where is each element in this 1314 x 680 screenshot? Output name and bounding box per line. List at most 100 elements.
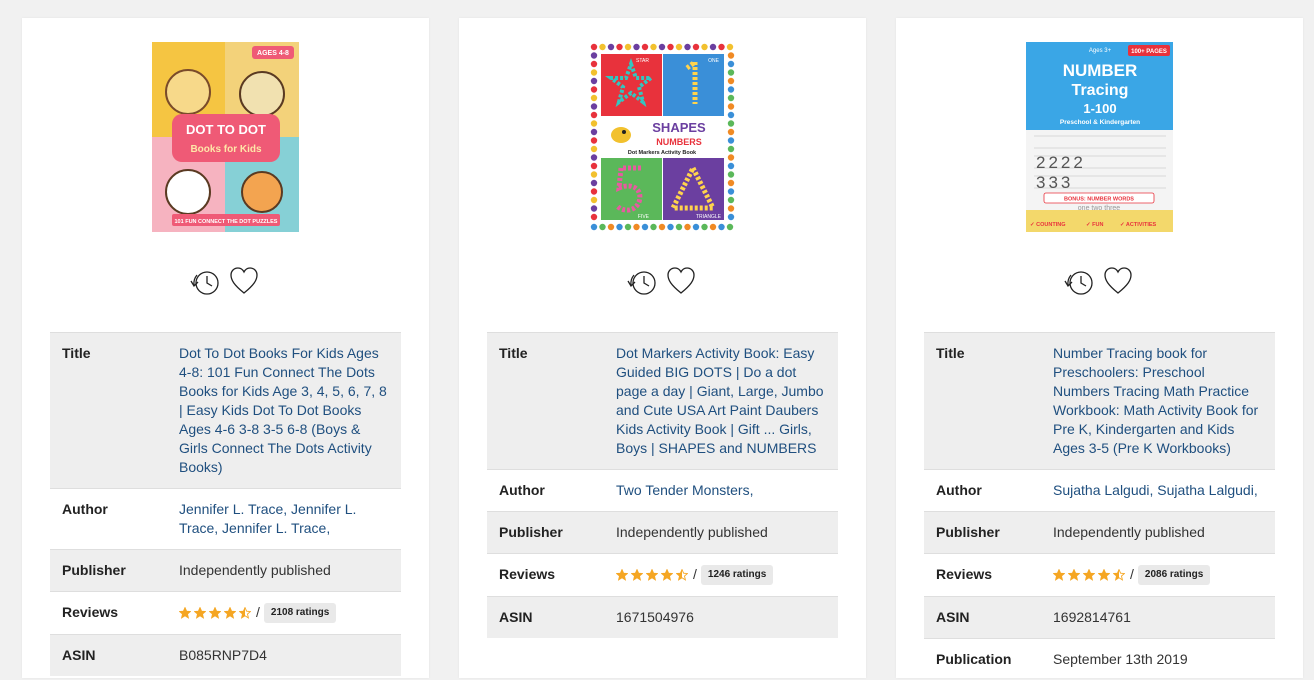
- product-card-2: STAR ONE FIVE TRIANGLE SHAPES NUMBERS Do…: [459, 18, 866, 678]
- cover-title-2: Tracing: [1072, 82, 1129, 99]
- book-cover-image[interactable]: 100+ PAGES Ages 3+ NUMBER Tracing 1-100 …: [1026, 42, 1173, 232]
- card-actions: [625, 264, 697, 298]
- asin-label: ASIN: [924, 596, 1041, 639]
- title-link[interactable]: Dot Markers Activity Book: Easy Guided B…: [604, 332, 838, 470]
- row-title: Title Number Tracing book for Preschoole…: [924, 332, 1275, 470]
- row-publisher: Publisher Independently published: [487, 511, 838, 554]
- cover-feature-1: ✓ COUNTING: [1030, 222, 1065, 228]
- cover-subtitle: Dot Markers Activity Book: [628, 150, 697, 156]
- star-icon: [194, 607, 206, 620]
- publication-label: Publication: [924, 638, 1041, 680]
- product-card-3: 100+ PAGES Ages 3+ NUMBER Tracing 1-100 …: [896, 18, 1303, 680]
- cover-title-1: NUMBER: [1063, 61, 1138, 80]
- star-icon: [209, 607, 221, 620]
- asin-value: B085RNP7D4: [167, 634, 401, 677]
- star-icon: [1068, 569, 1080, 582]
- ratings-count-badge[interactable]: 1246 ratings: [700, 565, 774, 586]
- ratings-count-badge[interactable]: 2108 ratings: [263, 603, 337, 624]
- author-label: Author: [50, 488, 167, 550]
- publisher-value: Independently published: [1041, 511, 1275, 554]
- title-label: Title: [924, 332, 1041, 470]
- row-asin: ASIN B085RNP7D4: [50, 634, 401, 677]
- cover-range: 1-100: [1083, 101, 1116, 116]
- star-icon: [224, 607, 236, 620]
- cover-five: FIVE: [638, 214, 650, 220]
- reviews-label: Reviews: [50, 590, 167, 635]
- cover-one: ONE: [708, 58, 720, 64]
- row-author: Author Sujatha Lalgudi, Sujatha Lalgudi,: [924, 469, 1275, 512]
- star-icon: [179, 607, 191, 620]
- row-title: Title Dot Markers Activity Book: Easy Gu…: [487, 332, 838, 470]
- cover-feature-3: ✓ ACTIVITIES: [1120, 222, 1157, 228]
- cover-title-1: DOT TO DOT: [186, 122, 266, 137]
- asin-value: 1671504976: [604, 596, 838, 639]
- product-details-table: Title Dot Markers Activity Book: Easy Gu…: [487, 332, 838, 639]
- row-reviews: Reviews /2108 ratings: [50, 590, 401, 635]
- cover-pages: 100+ PAGES: [1131, 49, 1167, 55]
- star-icon: [1083, 569, 1095, 582]
- star-icon: [646, 569, 658, 582]
- cover-art: STAR ONE FIVE TRIANGLE SHAPES NUMBERS Do…: [589, 42, 736, 232]
- cover-banner: 101 FUN CONNECT THE DOT PUZZLES: [175, 219, 278, 225]
- title-label: Title: [50, 332, 167, 489]
- product-details-table: Title Dot To Dot Books For Kids Ages 4-8…: [50, 332, 401, 677]
- publisher-value: Independently published: [604, 511, 838, 554]
- product-details-table: Title Number Tracing book for Preschoole…: [924, 332, 1275, 680]
- ratings-count-badge[interactable]: 2086 ratings: [1137, 565, 1211, 586]
- history-clock-icon[interactable]: [625, 264, 659, 298]
- star-icon: [1098, 569, 1110, 582]
- cover-title-1: SHAPES: [652, 120, 706, 135]
- row-reviews: Reviews /2086 ratings: [924, 552, 1275, 597]
- star-icon: [1113, 569, 1125, 582]
- book-cover-image[interactable]: DOT TO DOT Books for Kids AGES 4-8 101 F…: [152, 42, 299, 232]
- star-icon: [616, 569, 628, 582]
- reviews-value: /2086 ratings: [1041, 552, 1275, 597]
- row-author: Author Two Tender Monsters,: [487, 469, 838, 512]
- row-author: Author Jennifer L. Trace, Jennifer L. Tr…: [50, 488, 401, 550]
- cover-triangle: TRIANGLE: [696, 214, 722, 220]
- history-clock-icon[interactable]: [188, 264, 222, 298]
- author-label: Author: [924, 469, 1041, 512]
- card-actions: [1062, 264, 1134, 298]
- rating-separator: /: [256, 604, 260, 620]
- star-icon: [239, 607, 251, 620]
- title-label: Title: [487, 332, 604, 470]
- author-link[interactable]: Jennifer L. Trace, Jennifer L. Trace, Je…: [167, 488, 401, 550]
- reviews-value: /1246 ratings: [604, 552, 838, 597]
- row-publisher: Publisher Independently published: [924, 511, 1275, 554]
- author-link[interactable]: Sujatha Lalgudi, Sujatha Lalgudi,: [1041, 469, 1275, 512]
- asin-label: ASIN: [50, 634, 167, 677]
- star-icon: [1053, 569, 1065, 582]
- svg-text:333: 333: [1036, 173, 1073, 192]
- row-asin: ASIN 1671504976: [487, 596, 838, 639]
- author-link[interactable]: Two Tender Monsters,: [604, 469, 838, 512]
- heart-icon[interactable]: [665, 265, 697, 297]
- heart-icon[interactable]: [228, 265, 260, 297]
- title-link[interactable]: Number Tracing book for Preschoolers: Pr…: [1041, 332, 1275, 470]
- row-reviews: Reviews /1246 ratings: [487, 552, 838, 597]
- asin-value: 1692814761: [1041, 596, 1275, 639]
- cover-ages: AGES 4-8: [257, 50, 289, 57]
- cover-bonus: BONUS: NUMBER WORDS: [1064, 197, 1134, 203]
- reviews-label: Reviews: [924, 552, 1041, 597]
- cover-title-2: Books for Kids: [190, 144, 262, 155]
- star-icon: [631, 569, 643, 582]
- cover-star: STAR: [636, 58, 649, 64]
- title-link[interactable]: Dot To Dot Books For Kids Ages 4-8: 101 …: [167, 332, 401, 489]
- row-title: Title Dot To Dot Books For Kids Ages 4-8…: [50, 332, 401, 489]
- publisher-label: Publisher: [924, 511, 1041, 554]
- publisher-label: Publisher: [487, 511, 604, 554]
- publisher-label: Publisher: [50, 549, 167, 592]
- row-publisher: Publisher Independently published: [50, 549, 401, 592]
- svg-text:2222: 2222: [1036, 153, 1086, 172]
- cover-title-2: NUMBERS: [656, 137, 702, 147]
- row-publication: Publication September 13th 2019: [924, 638, 1275, 680]
- book-cover-image[interactable]: STAR ONE FIVE TRIANGLE SHAPES NUMBERS Do…: [589, 42, 736, 232]
- cover-feature-2: ✓ FUN: [1086, 222, 1103, 228]
- cover-art: DOT TO DOT Books for Kids AGES 4-8 101 F…: [152, 42, 299, 232]
- reviews-value: /2108 ratings: [167, 590, 401, 635]
- heart-icon[interactable]: [1102, 265, 1134, 297]
- history-clock-icon[interactable]: [1062, 264, 1096, 298]
- asin-label: ASIN: [487, 596, 604, 639]
- author-label: Author: [487, 469, 604, 512]
